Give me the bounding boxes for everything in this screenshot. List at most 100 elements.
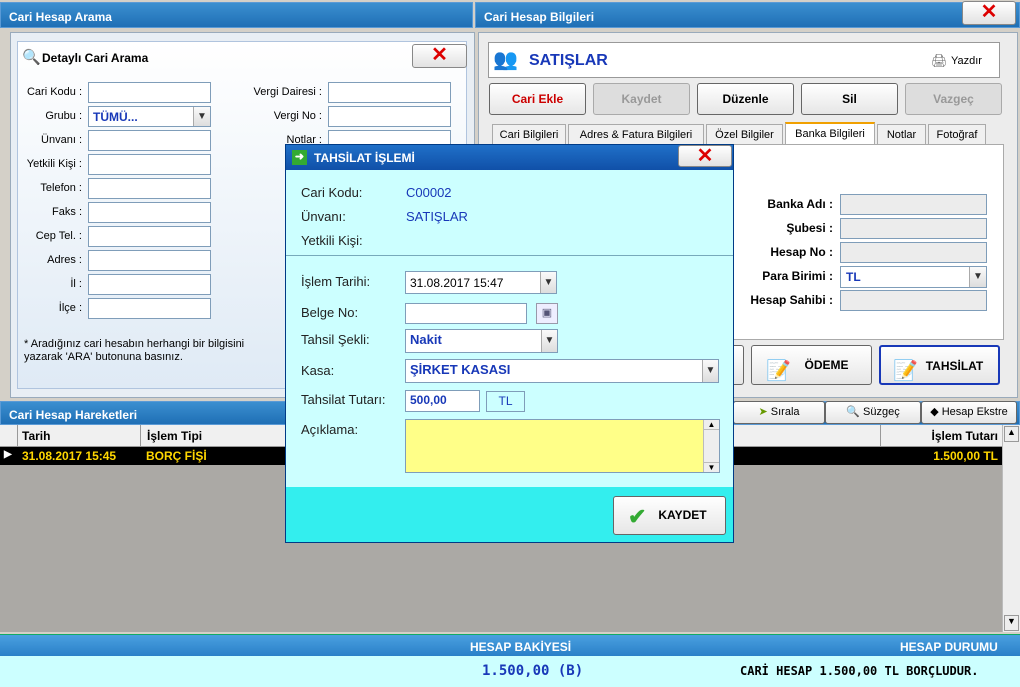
close-dialog-button[interactable]: ✕ (678, 145, 732, 167)
search-label: Telefon : (40, 182, 82, 194)
search-input[interactable] (88, 298, 211, 319)
search-label: Grubu : (45, 110, 82, 122)
bank-label-account: Hesap No : (770, 245, 833, 259)
info-panel-title: Cari Hesap Bilgileri (475, 2, 1020, 28)
note-scrollbar[interactable]: ▲ ▼ (703, 420, 719, 472)
bank-input-branch[interactable] (840, 218, 987, 239)
search-input[interactable] (88, 226, 211, 247)
cancel-account-button[interactable]: Vazgeç (905, 83, 1002, 115)
tab-5[interactable]: Fotoğraf (928, 124, 986, 145)
scroll-down-icon[interactable]: ▼ (704, 462, 719, 472)
filter-button[interactable]: 🔍 Süzgeç (825, 401, 921, 424)
row-indicator-header (0, 425, 18, 447)
name-label: Ünvanı: (301, 209, 346, 224)
currency-select[interactable]: TL ▼ (840, 266, 987, 288)
chevron-down-icon[interactable]: ▼ (540, 272, 556, 293)
add-account-button[interactable]: Cari Ekle (489, 83, 586, 115)
tab-3[interactable]: Banka Bilgileri (785, 122, 875, 145)
col-amount[interactable]: İşlem Tutarı (880, 425, 1002, 447)
delete-account-button[interactable]: Sil (801, 83, 898, 115)
collection-button[interactable]: 📝 TAHSİLAT (879, 345, 1000, 385)
scroll-up-icon[interactable]: ▲ (704, 420, 719, 430)
scroll-down-icon[interactable]: ▼ (1004, 615, 1019, 631)
image-icon[interactable]: ▣ (536, 303, 558, 324)
collection-dialog: ➜ TAHSİLAT İŞLEMİ ✕ Cari Kodu: C00002 Ün… (285, 144, 734, 543)
currency-badge: TL (486, 391, 525, 412)
dialog-footer: ✔ KAYDET (286, 487, 733, 542)
bank-input-owner[interactable] (840, 290, 987, 311)
bank-input-account[interactable] (840, 242, 987, 263)
payment-button[interactable]: 📝 ÖDEME (751, 345, 872, 385)
chevron-down-icon[interactable]: ▼ (193, 107, 210, 126)
search-label: Vergi Dairesi : (253, 86, 322, 98)
collection-button-label: TAHSİLAT (925, 359, 984, 373)
currency-value: TL (846, 270, 861, 284)
save-account-button[interactable]: Kaydet (593, 83, 690, 115)
dialog-save-button[interactable]: ✔ KAYDET (613, 496, 726, 535)
arrow-right-icon: ➜ (292, 150, 307, 165)
search-input[interactable] (88, 82, 211, 103)
account-name: SATIŞLAR (529, 52, 608, 69)
search-input[interactable] (88, 178, 211, 199)
close-info-button[interactable]: ✕ (962, 1, 1016, 25)
group-select[interactable]: TÜMÜ... ▼ (88, 106, 211, 127)
search-label: Ünvanı : (41, 134, 82, 146)
edit-account-button[interactable]: Düzenle (697, 83, 794, 115)
search-input[interactable] (88, 274, 211, 295)
cashbox-value: ŞİRKET KASASI (410, 362, 511, 377)
statement-button[interactable]: ◆ Hesap Ekstre (921, 401, 1017, 424)
date-picker[interactable]: 31.08.2017 15:47 ▼ (405, 271, 557, 294)
row-type: BORÇ FİŞİ (146, 449, 207, 463)
tab-0[interactable]: Cari Bilgileri (492, 124, 566, 145)
bank-input-bank[interactable] (840, 194, 987, 215)
note-textarea[interactable]: ▲ ▼ (405, 419, 720, 473)
dialog-save-label: KAYDET (658, 508, 707, 522)
date-label: İşlem Tarihi: (301, 274, 371, 289)
account-header: 👥 SATIŞLAR 🖨 Yazdır (488, 42, 1000, 78)
status-label: HESAP DURUMU (900, 640, 998, 654)
cashbox-select[interactable]: ŞİRKET KASASI ▼ (405, 359, 719, 383)
search-input[interactable] (88, 154, 211, 175)
search-input[interactable] (328, 106, 451, 127)
search-input[interactable] (328, 82, 451, 103)
detail-search-title: Detaylı Cari Arama (42, 51, 149, 65)
search-label: İlçe : (58, 302, 82, 314)
method-select[interactable]: Nakit ▼ (405, 329, 558, 353)
name-value: SATIŞLAR (406, 209, 468, 224)
tab-4[interactable]: Notlar (877, 124, 926, 145)
edit-note-icon: 📝 (893, 360, 918, 382)
search-input[interactable] (88, 202, 211, 223)
method-value: Nakit (410, 332, 442, 347)
tab-1[interactable]: Adres & Fatura Bilgileri (568, 124, 704, 145)
sort-button[interactable]: ➤ Sırala (733, 401, 825, 424)
search-icon: 🔍 (846, 406, 864, 418)
row-amount: 1.500,00 TL (933, 449, 998, 463)
amount-input[interactable]: 500,00 (405, 390, 480, 412)
col-date[interactable]: Tarih (22, 429, 50, 443)
sort-label: Sırala (770, 406, 800, 418)
search-label: Faks : (52, 206, 82, 218)
scroll-up-icon[interactable]: ▲ (1004, 426, 1019, 442)
balance-label: HESAP BAKİYESİ (470, 640, 572, 654)
close-search-button[interactable]: ✕ (412, 44, 467, 68)
edit-note-icon: 📝 (766, 360, 791, 382)
grid-scrollbar[interactable]: ▲ ▼ (1002, 425, 1020, 632)
tab-2[interactable]: Özel Bilgiler (706, 124, 783, 145)
printer-icon: 🖨 (931, 53, 948, 68)
tag-icon: ◆ (930, 406, 942, 418)
bank-label-branch: Şubesi : (786, 221, 833, 235)
bank-label-owner: Hesap Sahibi : (750, 293, 833, 307)
chevron-down-icon[interactable]: ▼ (702, 360, 718, 382)
code-label: Cari Kodu: (301, 185, 363, 200)
bank-label-bank: Banka Adı : (767, 197, 833, 211)
chevron-down-icon[interactable]: ▼ (541, 330, 557, 352)
col-type[interactable]: İşlem Tipi (140, 425, 208, 447)
search-label: Cari Kodu : (26, 86, 82, 98)
search-label: İl : (70, 278, 82, 290)
search-input[interactable] (88, 130, 211, 151)
print-button[interactable]: Yazdır (951, 55, 982, 67)
status-value: CARİ HESAP 1.500,00 TL BORÇLUDUR. (740, 664, 979, 678)
search-input[interactable] (88, 250, 211, 271)
doc-number-input[interactable] (405, 303, 527, 324)
chevron-down-icon[interactable]: ▼ (969, 267, 986, 287)
